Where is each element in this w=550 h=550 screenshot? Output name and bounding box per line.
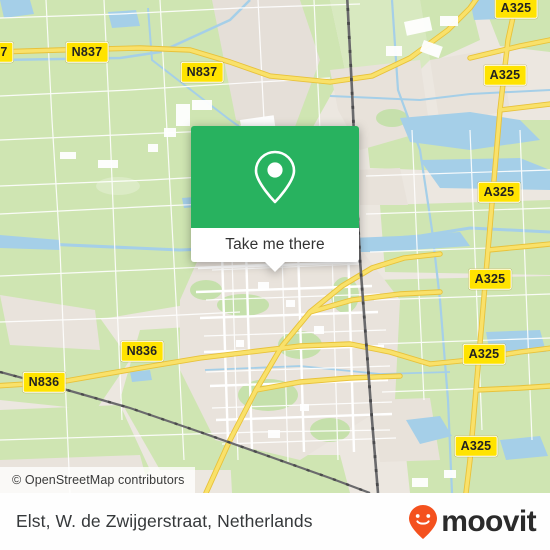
road-shield-n836-east[interactable]: N836 <box>120 340 164 362</box>
road-shield-n836-west[interactable]: N836 <box>22 371 66 393</box>
moovit-pin-icon <box>409 504 438 539</box>
location-title: Elst, W. de Zwijgerstraat, Netherlands <box>16 511 313 531</box>
road-shield-a325-upper[interactable]: A325 <box>483 64 527 86</box>
take-me-there-popup[interactable]: Take me there <box>191 126 359 272</box>
attribution-text: © OpenStreetMap contributors <box>12 473 185 487</box>
take-me-there-label: Take me there <box>225 236 325 253</box>
moovit-logo[interactable]: moovit <box>408 504 537 540</box>
road-shield-a325-mid-lower[interactable]: A325 <box>462 343 506 365</box>
map-screen: © OpenStreetMap contributors 7 N837 N837 A3… <box>0 0 550 550</box>
road-shield-a325-bottom[interactable]: A325 <box>454 435 498 457</box>
road-shield-a325-mid-upper[interactable]: A325 <box>477 181 521 203</box>
attribution-bar[interactable]: © OpenStreetMap contributors <box>0 467 195 493</box>
popup-header <box>191 126 359 228</box>
popup-action-label-wrap[interactable]: Take me there <box>191 228 359 262</box>
road-shield-a325-top[interactable]: A325 <box>494 0 538 19</box>
road-shield-n837-west[interactable]: N837 <box>65 41 109 63</box>
moovit-wordmark: moovit <box>441 504 536 538</box>
footer-bar: Elst, W. de Zwijgerstraat, Netherlands m… <box>0 493 550 550</box>
popup-tail <box>265 262 285 272</box>
road-shield-a325-mid[interactable]: A325 <box>468 268 512 290</box>
road-shield-n7[interactable]: 7 <box>0 41 14 63</box>
map-pin-icon <box>254 150 296 204</box>
road-shield-n837-east[interactable]: N837 <box>180 61 224 83</box>
